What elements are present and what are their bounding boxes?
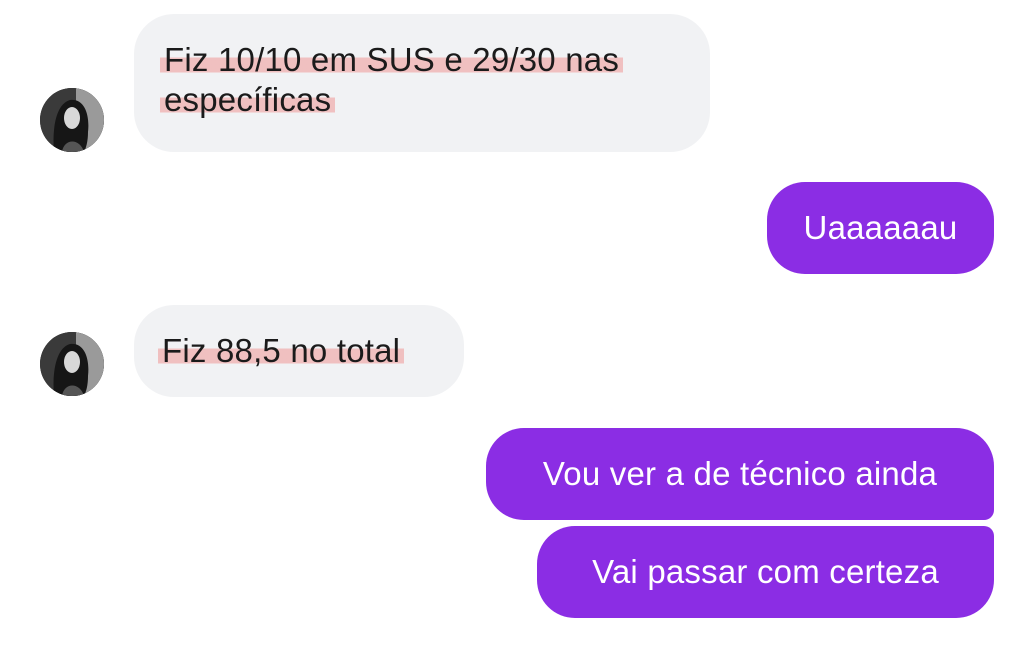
chat-thread: Fiz 10/10 em SUS e 29/30 nas específicas…: [0, 0, 1024, 646]
incoming-message[interactable]: Fiz 88,5 no total: [134, 305, 464, 397]
contact-avatar[interactable]: [40, 88, 104, 152]
avatar-photo-icon: [40, 88, 104, 152]
contact-avatar[interactable]: [40, 332, 104, 396]
outgoing-message[interactable]: Vai passar com certeza: [537, 526, 994, 618]
message-line: específicas: [160, 80, 680, 120]
message-line: Fiz 10/10 em SUS e 29/30 nas: [160, 40, 680, 80]
outgoing-message[interactable]: Uaaaaaau: [767, 182, 994, 274]
message-line: Fiz 88,5 no total: [158, 331, 436, 371]
incoming-message[interactable]: Fiz 10/10 em SUS e 29/30 nas específicas: [134, 14, 710, 152]
outgoing-message[interactable]: Vou ver a de técnico ainda: [486, 428, 994, 520]
avatar-photo-icon: [40, 332, 104, 396]
